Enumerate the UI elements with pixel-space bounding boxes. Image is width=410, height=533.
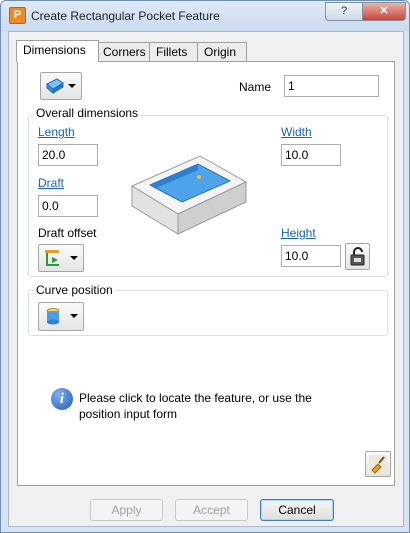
close-button[interactable]: ✕ bbox=[362, 2, 406, 21]
window-title: Create Rectangular Pocket Feature bbox=[31, 9, 220, 23]
info-text-line2: position input form bbox=[79, 407, 178, 421]
accept-button[interactable]: Accept bbox=[175, 499, 248, 521]
cylinder-position-icon bbox=[46, 308, 60, 325]
tab-origin[interactable]: Origin bbox=[197, 42, 247, 61]
dimensions-panel: Name 1 Overall dimensions Length 20.0 Wi… bbox=[17, 61, 395, 486]
tab-dimensions[interactable]: Dimensions bbox=[16, 40, 99, 62]
feature-type-dropdown[interactable] bbox=[40, 72, 82, 100]
height-lock-button[interactable] bbox=[345, 243, 370, 270]
name-input[interactable]: 1 bbox=[284, 75, 379, 97]
draft-offset-dropdown[interactable] bbox=[38, 244, 84, 272]
info-icon: i bbox=[51, 388, 73, 410]
height-input[interactable]: 10.0 bbox=[281, 245, 341, 267]
draft-label[interactable]: Draft bbox=[38, 176, 64, 190]
apply-button[interactable]: Apply bbox=[90, 499, 163, 521]
chevron-down-icon bbox=[70, 314, 78, 318]
app-icon: P bbox=[9, 7, 26, 24]
curve-position-dropdown[interactable] bbox=[38, 302, 84, 331]
tab-corners[interactable]: Corners bbox=[96, 42, 152, 61]
curve-position-title: Curve position bbox=[34, 283, 115, 297]
brush-pick-icon bbox=[369, 455, 387, 474]
height-label[interactable]: Height bbox=[281, 226, 316, 240]
lock-icon bbox=[350, 247, 365, 266]
draft-offset-label: Draft offset bbox=[38, 226, 97, 240]
dialog-body: Dimensions Corners Fillets Origin Name 1… bbox=[8, 31, 404, 527]
overall-dimensions-title: Overall dimensions bbox=[34, 106, 141, 120]
rectangular-pocket-icon bbox=[46, 78, 64, 95]
info-text-line1: Please click to locate the feature, or u… bbox=[79, 391, 312, 405]
pocket-preview-image bbox=[130, 155, 248, 235]
tab-fillets[interactable]: Fillets bbox=[149, 42, 201, 61]
chevron-down-icon bbox=[70, 256, 78, 260]
width-input[interactable]: 10.0 bbox=[281, 144, 341, 166]
draft-input[interactable]: 0.0 bbox=[38, 195, 98, 217]
title-bar[interactable]: P Create Rectangular Pocket Feature ? ✕ bbox=[1, 1, 409, 31]
draft-offset-icon bbox=[45, 250, 59, 266]
name-label: Name bbox=[239, 80, 272, 94]
length-input[interactable]: 20.0 bbox=[38, 144, 98, 166]
cancel-button[interactable]: Cancel bbox=[260, 499, 334, 521]
chevron-down-icon bbox=[68, 84, 76, 88]
length-label[interactable]: Length bbox=[38, 125, 75, 139]
help-button[interactable]: ? bbox=[325, 2, 363, 21]
width-label[interactable]: Width bbox=[281, 125, 312, 139]
dialog-window: P Create Rectangular Pocket Feature ? ✕ … bbox=[0, 0, 410, 533]
pick-position-button[interactable] bbox=[365, 451, 391, 477]
